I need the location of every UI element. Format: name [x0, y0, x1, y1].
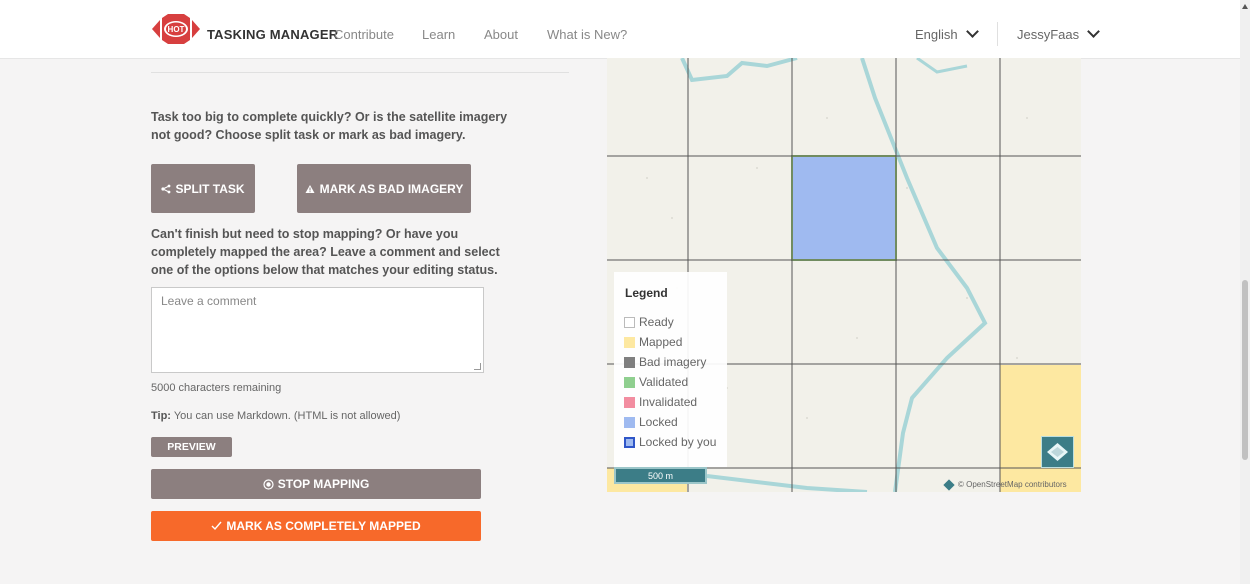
- legend-label-locked-by-you: Locked by you: [639, 435, 717, 449]
- legend-label-validated: Validated: [639, 375, 689, 389]
- task-mapped[interactable]: [1000, 365, 1081, 492]
- language-selector[interactable]: English: [915, 25, 979, 42]
- stop-prompt-line-2: completely mapped the area? Leave a comm…: [151, 245, 500, 259]
- completely-mapped-label: MARK AS COMPLETELY MAPPED: [226, 519, 421, 533]
- legend-label-locked: Locked: [639, 415, 678, 429]
- comment-textarea[interactable]: Leave a comment: [151, 287, 484, 373]
- stop-mapping-label: STOP MAPPING: [277, 477, 370, 491]
- layers-icon: [1047, 443, 1068, 461]
- nav-about[interactable]: About: [484, 27, 518, 42]
- mapbox-logo-icon: [943, 478, 955, 491]
- stop-circle-icon: [263, 478, 274, 490]
- header-divider: [997, 22, 998, 46]
- characters-remaining: 5000 characters remaining: [151, 382, 282, 394]
- river-main: [860, 58, 988, 492]
- river-top-right: [916, 58, 968, 74]
- comment-placeholder: Leave a comment: [161, 294, 257, 308]
- language-label: English: [915, 27, 958, 42]
- swatch-ready: [624, 316, 635, 328]
- split-task-prompt: Task too big to complete quickly? Or is …: [151, 108, 507, 144]
- layer-switcher-button[interactable]: [1041, 436, 1074, 468]
- swatch-locked: [624, 416, 635, 428]
- map-scale-bar: 500 m: [614, 467, 707, 484]
- page-scrollbar[interactable]: [1240, 0, 1250, 584]
- legend-label-bad-imagery: Bad imagery: [639, 355, 707, 369]
- preview-button[interactable]: PREVIEW: [151, 437, 232, 457]
- scrollbar-thumb[interactable]: [1242, 280, 1248, 460]
- swatch-locked-by-you: [624, 436, 635, 448]
- legend-label-ready: Ready: [639, 315, 674, 329]
- top-navigation-bar: HOT TASKING MANAGER Contribute Learn Abo…: [0, 0, 1240, 59]
- river-bottom: [706, 474, 868, 492]
- stop-prompt-line-3: one of the options below that matches yo…: [151, 263, 498, 277]
- scale-label: 500 m: [647, 470, 673, 481]
- nav-learn[interactable]: Learn: [422, 27, 455, 42]
- nav-whats-new[interactable]: What is New?: [547, 27, 627, 42]
- map-legend: Legend Ready Mapped Bad imagery Validate…: [614, 272, 727, 467]
- legend-title: Legend: [625, 286, 668, 300]
- legend-item-locked: Locked: [624, 415, 678, 429]
- swatch-mapped: [624, 336, 635, 348]
- attribution-text: © OpenStreetMap contributors: [958, 480, 1067, 489]
- bad-imagery-label: MARK AS BAD IMAGERY: [319, 181, 464, 196]
- markdown-tip: Tip: You can use Markdown. (HTML is not …: [151, 410, 400, 422]
- split-task-label: SPLIT TASK: [175, 181, 245, 196]
- legend-label-mapped: Mapped: [639, 335, 683, 349]
- logo-text: HOT: [168, 25, 185, 34]
- tip-text: You can use Markdown. (HTML is not allow…: [170, 410, 401, 422]
- username-label: JessyFaas: [1017, 27, 1080, 42]
- tip-label: Tip:: [151, 410, 171, 422]
- stop-mapping-prompt: Can't finish but need to stop mapping? O…: [151, 225, 500, 279]
- task-locked[interactable]: [791, 155, 897, 261]
- split-prompt-line-1: Task too big to complete quickly? Or is …: [151, 110, 508, 124]
- swatch-validated: [624, 376, 635, 388]
- stop-prompt-line-1: Can't finish but need to stop mapping? O…: [151, 227, 459, 241]
- stop-mapping-button[interactable]: STOP MAPPING: [151, 469, 481, 499]
- swatch-bad-imagery: [624, 356, 635, 368]
- mark-completely-mapped-button[interactable]: MARK AS COMPLETELY MAPPED: [151, 511, 481, 541]
- chevron-down-icon: [965, 25, 979, 38]
- legend-item-bad-imagery: Bad imagery: [624, 355, 706, 369]
- mark-bad-imagery-button[interactable]: MARK AS BAD IMAGERY: [297, 164, 471, 213]
- section-divider: [151, 72, 569, 73]
- legend-item-validated: Validated: [624, 375, 688, 389]
- resize-handle-icon[interactable]: [474, 363, 481, 370]
- legend-label-invalidated: Invalidated: [639, 395, 698, 409]
- checkmark-icon: [211, 521, 222, 531]
- user-menu[interactable]: JessyFaas: [1017, 25, 1101, 42]
- river-top: [680, 58, 798, 83]
- chevron-down-icon: [1087, 25, 1101, 38]
- legend-item-mapped: Mapped: [624, 335, 682, 349]
- legend-item-invalidated: Invalidated: [624, 395, 697, 409]
- swatch-invalidated: [624, 396, 635, 408]
- map-attribution[interactable]: © OpenStreetMap contributors: [943, 478, 1067, 491]
- nav-contribute[interactable]: Contribute: [334, 27, 394, 42]
- split-prompt-line-2: not good? Choose split task or mark as b…: [151, 128, 466, 142]
- brand-title[interactable]: TASKING MANAGER: [207, 27, 338, 42]
- legend-item-locked-by-you: Locked by you: [624, 435, 716, 449]
- warning-icon: [305, 184, 315, 193]
- split-icon: [161, 184, 171, 193]
- legend-item-ready: Ready: [624, 315, 674, 329]
- split-task-button[interactable]: SPLIT TASK: [151, 164, 255, 213]
- scroll-up-arrow-icon[interactable]: [1242, 4, 1248, 9]
- preview-label: PREVIEW: [167, 441, 216, 453]
- hot-logo[interactable]: HOT: [152, 14, 200, 44]
